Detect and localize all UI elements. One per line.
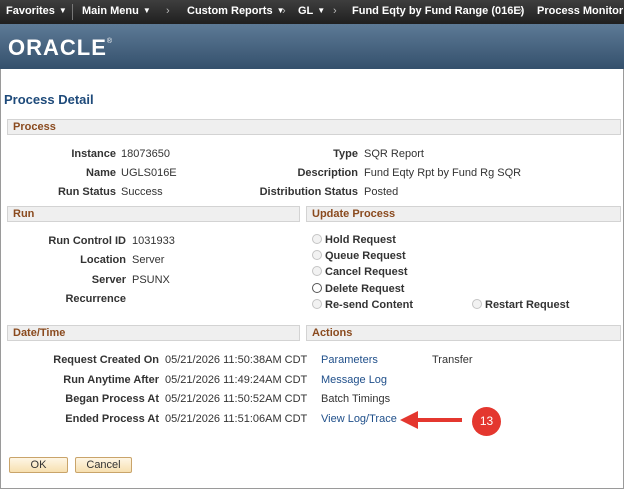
breadcrumb-label: Fund Eqty by Fund Range (016E) [352, 5, 525, 17]
ended-process-value: 05/21/2026 11:51:06AM CDT [165, 413, 308, 425]
began-process-label: Began Process At [65, 393, 159, 405]
option-label: Queue Request [325, 250, 406, 262]
cancel-button[interactable]: Cancel [75, 457, 132, 473]
ok-button[interactable]: OK [9, 457, 68, 473]
name-label: Name [86, 167, 116, 179]
breadcrumb-separator-icon: › [166, 5, 170, 17]
message-log-link[interactable]: Message Log [321, 374, 387, 386]
recurrence-label: Recurrence [65, 293, 126, 305]
radio-button[interactable] [312, 250, 322, 260]
caret-down-icon: ▼ [142, 6, 151, 15]
batch-timings-text: Batch Timings [321, 393, 391, 405]
instance-value: 18073650 [121, 148, 170, 160]
datetime-section-header: Date/Time [7, 325, 300, 341]
cancel-request-option[interactable]: Cancel Request [312, 266, 408, 278]
server-value: PSUNX [132, 274, 170, 286]
oracle-logo: ORACLE® [8, 35, 113, 61]
main-menu-label: Main Menu [82, 5, 139, 17]
breadcrumb-separator-icon: › [282, 5, 286, 17]
run-anytime-value: 05/21/2026 11:49:24AM CDT [165, 374, 308, 386]
server-label: Server [91, 274, 126, 286]
top-nav-bar: Favorites ▼ Main Menu ▼ › Custom Reports ▼ … [0, 0, 624, 24]
description-value: Fund Eqty Rpt by Fund Rg SQR [364, 167, 522, 179]
process-section-header: Process [7, 119, 621, 135]
type-label: Type [333, 148, 358, 160]
brand-bar: ORACLE® [0, 24, 624, 69]
ended-process-label: Ended Process At [65, 413, 159, 425]
favorites-label: Favorites [6, 5, 55, 17]
run-control-id-value: 1031933 [132, 235, 175, 247]
main-menu[interactable]: Main Menu ▼ [82, 5, 151, 17]
hold-request-option[interactable]: Hold Request [312, 234, 396, 246]
breadcrumb-separator-icon: › [519, 5, 523, 17]
breadcrumb-fund-eqty[interactable]: Fund Eqty by Fund Range (016E) [352, 5, 524, 17]
breadcrumb-label: Process Monitor [537, 5, 624, 17]
parameters-link[interactable]: Parameters [321, 354, 378, 366]
logo-text: ORACLE [8, 35, 107, 60]
radio-button[interactable] [312, 283, 322, 293]
option-label: Hold Request [325, 234, 396, 246]
name-value: UGLS016E [121, 167, 177, 179]
option-label: Delete Request [325, 283, 405, 295]
run-status-value: Success [121, 186, 163, 198]
caret-down-icon: ▼ [317, 6, 326, 15]
location-label: Location [80, 254, 126, 266]
delete-request-option[interactable]: Delete Request [312, 283, 404, 295]
radio-button[interactable] [472, 299, 482, 309]
nav-divider [72, 4, 73, 20]
location-value: Server [132, 254, 165, 266]
option-label: Re-send Content [325, 299, 413, 311]
type-value: SQR Report [364, 148, 424, 160]
radio-button[interactable] [312, 234, 322, 244]
update-process-section-header: Update Process [306, 206, 621, 222]
breadcrumb-custom-reports[interactable]: Custom Reports ▼ [187, 5, 284, 17]
run-status-label: Run Status [57, 186, 116, 198]
run-control-id-label: Run Control ID [48, 235, 126, 247]
distribution-status-label: Distribution Status [259, 186, 358, 198]
restart-request-option[interactable]: Restart Request [472, 299, 569, 311]
registered-mark: ® [106, 38, 114, 45]
favorites-menu[interactable]: Favorites ▼ [6, 5, 67, 17]
transfer-text: Transfer [432, 354, 473, 366]
distribution-status-value: Posted [364, 186, 399, 198]
option-label: Cancel Request [325, 266, 408, 278]
breadcrumb-label: GL [298, 5, 314, 17]
view-log-trace-link[interactable]: View Log/Trace [321, 413, 397, 425]
option-label: Restart Request [485, 299, 570, 311]
actions-section-header: Actions [306, 325, 621, 341]
request-created-label: Request Created On [53, 354, 159, 366]
resend-content-option[interactable]: Re-send Content [312, 299, 413, 311]
run-anytime-label: Run Anytime After [63, 374, 159, 386]
caret-down-icon: ▼ [58, 6, 67, 15]
began-process-value: 05/21/2026 11:50:52AM CDT [165, 393, 308, 405]
breadcrumb-label: Custom Reports [187, 5, 273, 17]
callout-arrow-icon [400, 411, 462, 429]
queue-request-option[interactable]: Queue Request [312, 250, 406, 262]
breadcrumb-separator-icon: › [333, 5, 337, 17]
description-label: Description [297, 167, 358, 179]
breadcrumb-gl[interactable]: GL ▼ [298, 5, 325, 17]
breadcrumb-process-monitor[interactable]: Process Monitor [537, 5, 623, 17]
request-created-value: 05/21/2026 11:50:38AM CDT [165, 354, 308, 366]
radio-button[interactable] [312, 266, 322, 276]
run-section-header: Run [7, 206, 300, 222]
radio-button[interactable] [312, 299, 322, 309]
instance-label: Instance [71, 148, 116, 160]
step-callout-badge: 13 [472, 407, 501, 436]
page-title: Process Detail [4, 92, 94, 107]
